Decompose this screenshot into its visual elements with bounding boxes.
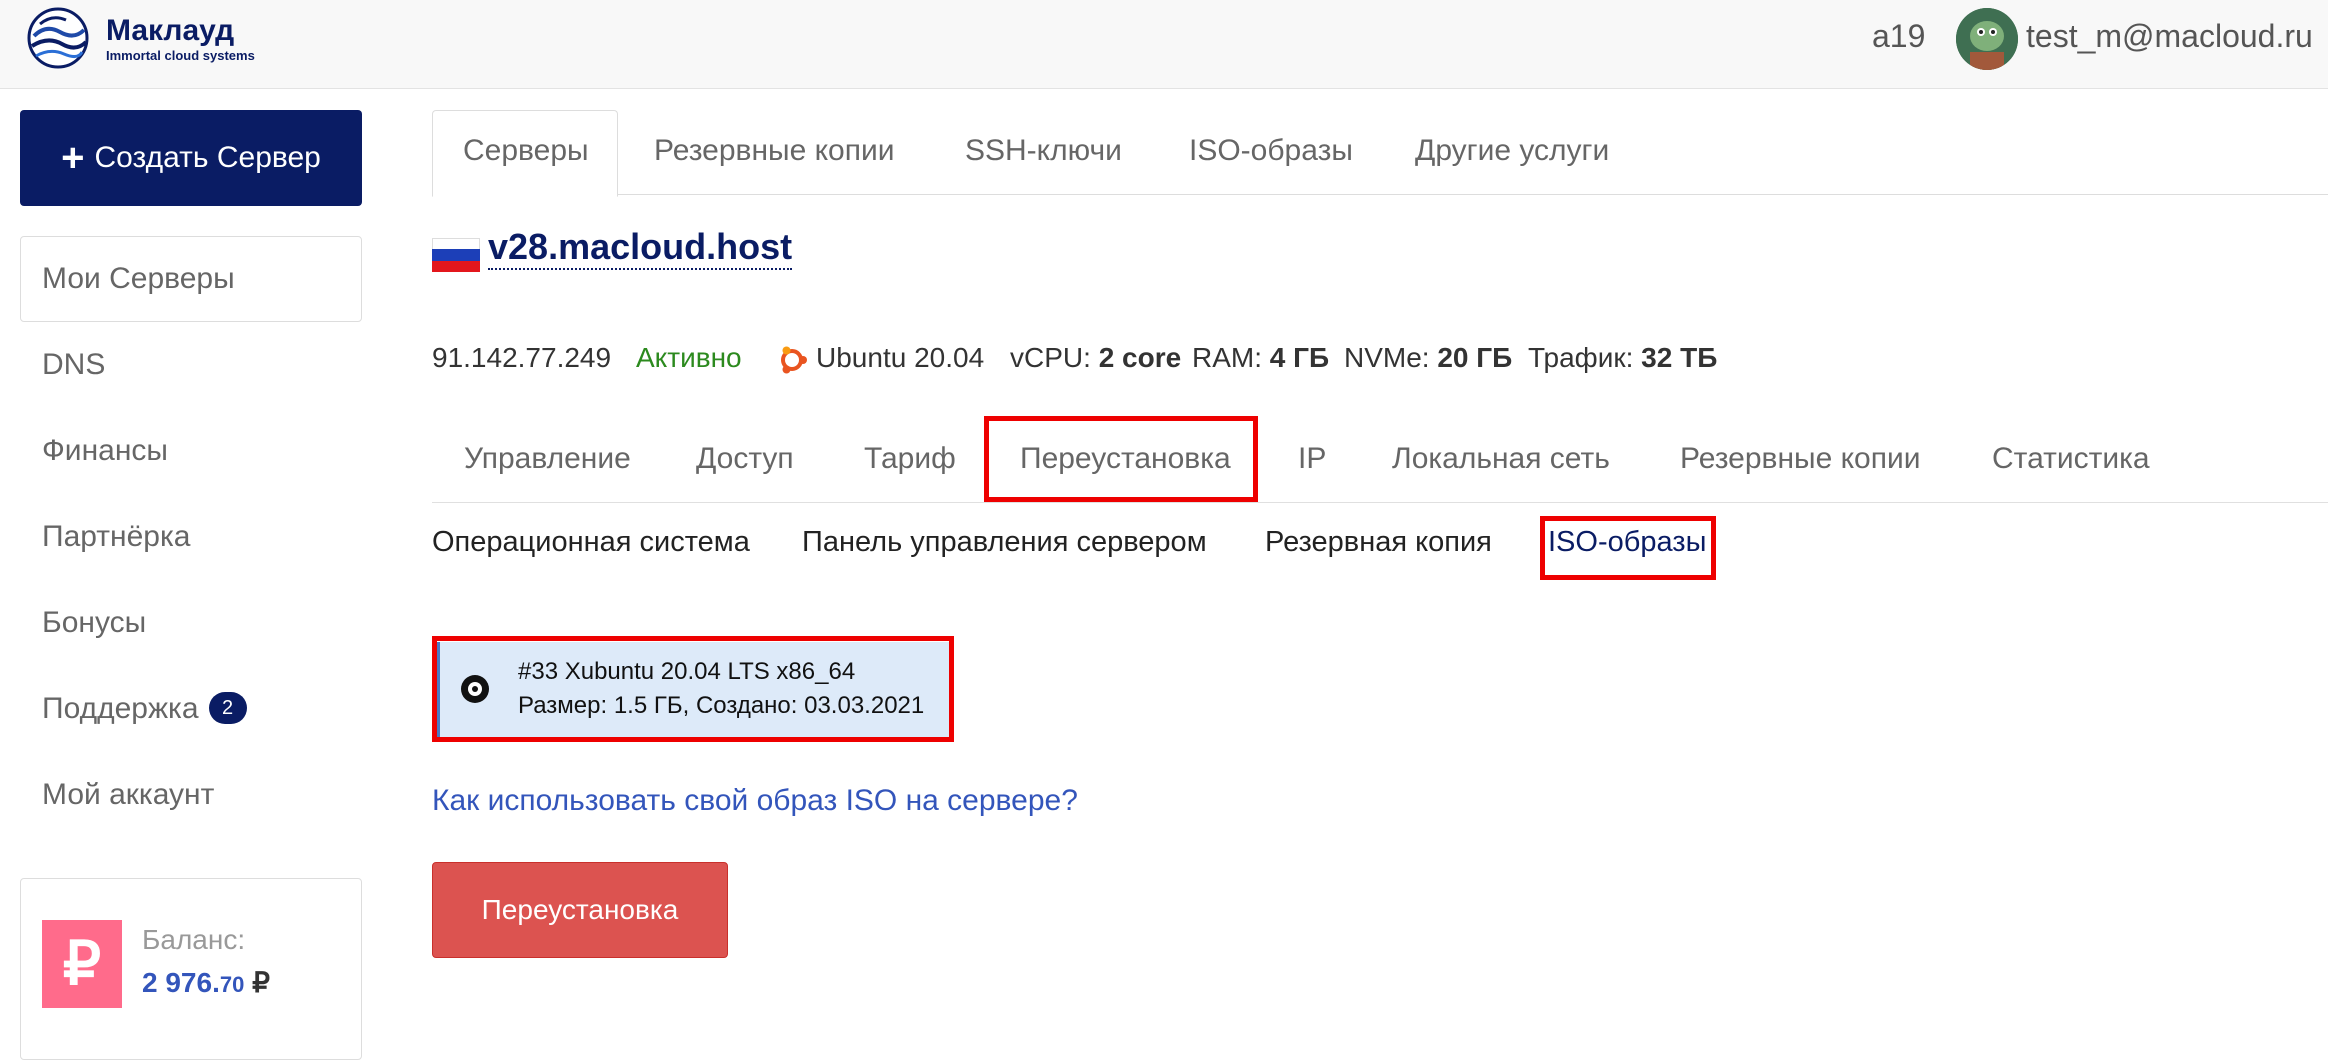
- sidebar-item-finance[interactable]: Финансы: [42, 434, 168, 468]
- ram-value: 4 ГБ: [1269, 342, 1330, 373]
- vcpu-label: vCPU:: [1010, 342, 1091, 373]
- traffic-label: Трафик:: [1528, 342, 1634, 373]
- sub-tabs-divider: [432, 502, 2328, 503]
- option-operating-system[interactable]: Операционная система: [432, 526, 750, 559]
- server-os: Ubuntu 20.04: [816, 342, 985, 373]
- russia-flag-icon: [432, 238, 480, 272]
- balance-integer: 2 976.: [142, 967, 220, 998]
- balance-decimal: 70: [219, 972, 245, 997]
- tab-server-backups[interactable]: Резервные копии: [1680, 442, 1921, 476]
- sidebar-item-support[interactable]: Поддержка 2: [42, 692, 247, 726]
- tab-backups[interactable]: Резервные копии: [654, 134, 895, 168]
- create-server-label: Создать Сервер: [94, 141, 321, 174]
- iso-item-highlight: [432, 636, 954, 742]
- tab-servers[interactable]: Серверы: [463, 134, 589, 168]
- server-vcpu: vCPU: 2 core: [1010, 342, 1181, 374]
- reinstall-button[interactable]: Переустановка: [432, 862, 728, 958]
- support-badge: 2: [208, 692, 247, 724]
- ruble-icon: ₽: [42, 920, 122, 1008]
- logo-icon[interactable]: [26, 6, 90, 70]
- sidebar-item-bonuses[interactable]: Бонусы: [42, 606, 146, 640]
- tab-management[interactable]: Управление: [464, 442, 631, 476]
- server-hostname[interactable]: v28.macloud.host: [488, 226, 793, 270]
- balance-value: 2 976.70 ₽: [142, 966, 270, 999]
- sidebar-item-my-servers[interactable]: Мои Серверы: [42, 262, 235, 296]
- sidebar-item-support-label: Поддержка: [42, 692, 199, 725]
- account-id: a19: [1872, 18, 1926, 54]
- nvme-label: NVMe:: [1344, 342, 1430, 373]
- server-traffic: Трафик: 32 ТБ: [1528, 342, 1717, 374]
- create-server-button[interactable]: + Создать Сервер: [20, 110, 362, 206]
- ubuntu-icon: [781, 346, 807, 374]
- tab-reinstall[interactable]: Переустановка: [1020, 442, 1231, 476]
- avatar[interactable]: [1956, 8, 2018, 70]
- nvme-value: 20 ГБ: [1437, 342, 1513, 373]
- server-status: Активно: [636, 342, 742, 373]
- tab-ssh-keys[interactable]: SSH-ключи: [965, 134, 1122, 168]
- top-tabs-divider: [432, 194, 2328, 195]
- sidebar-item-partner[interactable]: Партнёрка: [42, 520, 190, 554]
- logo-tagline: Immortal cloud systems: [106, 48, 255, 63]
- option-iso-images[interactable]: ISO-образы: [1548, 526, 1706, 559]
- sidebar-item-my-account[interactable]: Мой аккаунт: [42, 778, 214, 812]
- server-ram: RAM: 4 ГБ: [1192, 342, 1329, 374]
- logo-name[interactable]: Маклауд: [106, 14, 234, 48]
- server-nvme: NVMe: 20 ГБ: [1344, 342, 1512, 374]
- server-ip: 91.142.77.249: [432, 342, 612, 373]
- vcpu-value: 2 core: [1098, 342, 1182, 373]
- option-control-panel[interactable]: Панель управления сервером: [802, 526, 1207, 559]
- iso-help-link[interactable]: Как использовать свой образ ISO на серве…: [432, 784, 1078, 818]
- plus-icon: +: [61, 136, 85, 180]
- tab-iso-images[interactable]: ISO-образы: [1189, 134, 1353, 168]
- avatar-image: [1956, 8, 2018, 70]
- option-backup[interactable]: Резервная копия: [1265, 526, 1492, 559]
- traffic-value: 32 ТБ: [1641, 342, 1718, 373]
- tab-local-network[interactable]: Локальная сеть: [1392, 442, 1610, 476]
- tab-statistics[interactable]: Статистика: [1992, 442, 2150, 476]
- balance-currency: ₽: [252, 967, 270, 998]
- tab-other-services[interactable]: Другие услуги: [1415, 134, 1609, 168]
- sidebar-item-dns[interactable]: DNS: [42, 348, 105, 382]
- ram-label: RAM:: [1192, 342, 1262, 373]
- tab-ip[interactable]: IP: [1298, 442, 1326, 476]
- user-email[interactable]: test_m@macloud.ru: [2026, 18, 2313, 55]
- tab-tariff[interactable]: Тариф: [864, 442, 956, 476]
- tab-access[interactable]: Доступ: [696, 442, 794, 476]
- balance-label: Баланс:: [142, 924, 246, 955]
